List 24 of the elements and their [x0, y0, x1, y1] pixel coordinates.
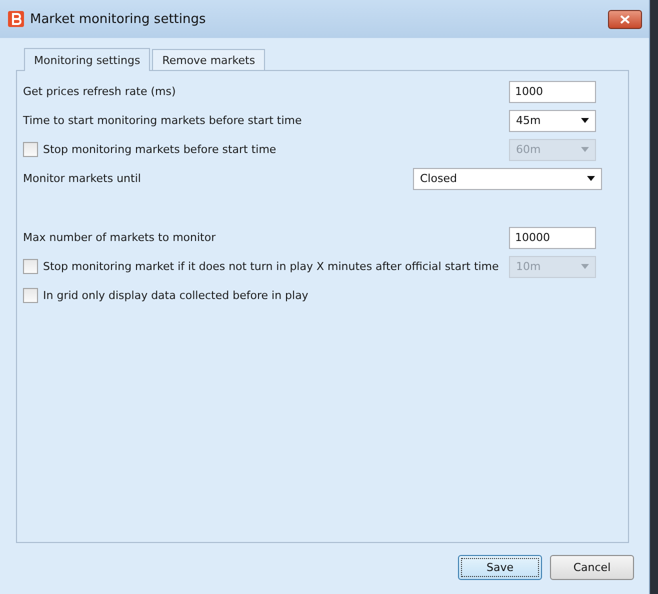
- dropdown-caret-icon: [581, 264, 589, 269]
- dropdown-caret-icon: [581, 118, 589, 123]
- close-button[interactable]: [608, 10, 642, 28]
- field-label: In grid only display data collected before in play: [43, 289, 308, 302]
- input-field[interactable]: 10000: [509, 226, 596, 248]
- dropdown[interactable]: 45m: [509, 110, 596, 132]
- tab[interactable]: Remove markets: [152, 49, 266, 70]
- cancel-button[interactable]: Cancel: [550, 555, 634, 580]
- window-title: Market monitoring settings: [30, 12, 207, 26]
- dropdown-caret-icon: [581, 147, 589, 152]
- dropdown-caret-icon: [587, 176, 595, 181]
- checkbox[interactable]: [23, 288, 38, 303]
- field-label: Stop monitoring market if it does not turn in play X minutes after official start time: [43, 260, 499, 273]
- dropdown[interactable]: Closed: [413, 168, 602, 190]
- field-label: Time to start monitoring markets before start time: [23, 114, 302, 127]
- tab[interactable]: Monitoring settings: [24, 48, 150, 71]
- field-label: Max number of markets to monitor: [23, 231, 216, 244]
- input-field[interactable]: 1000: [509, 80, 596, 102]
- save-button[interactable]: Save: [458, 555, 542, 580]
- close-icon: [620, 14, 630, 24]
- field-label: Get prices refresh rate (ms): [23, 85, 176, 98]
- field-label: Monitor markets until: [23, 172, 141, 185]
- field-label: Stop monitoring markets before start time: [43, 143, 276, 156]
- app-logo-icon: [8, 11, 24, 27]
